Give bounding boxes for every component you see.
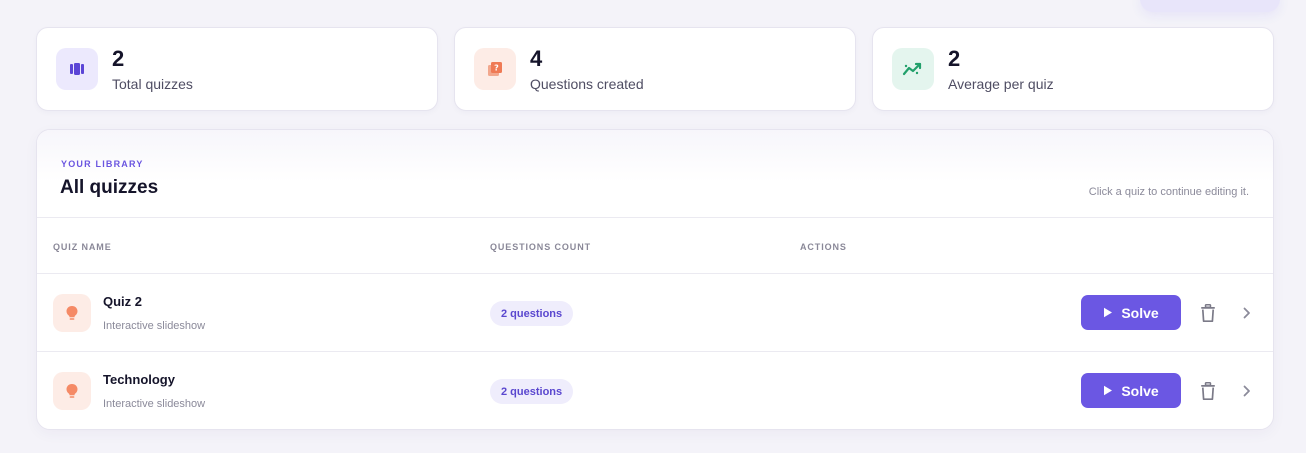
- stat-value: 4: [530, 45, 543, 71]
- stat-card-average-per-quiz: 2 Average per quiz: [872, 27, 1274, 111]
- quiz-library-panel: YOUR LIBRARY All quizzes Click a quiz to…: [36, 129, 1274, 430]
- questions-count-badge: 2 questions: [490, 301, 574, 326]
- top-button-edge: [1140, 0, 1280, 12]
- lightbulb-icon: [53, 372, 91, 410]
- questions-count-badge: 2 questions: [490, 379, 574, 404]
- chevron-right-icon[interactable]: [1238, 381, 1256, 401]
- column-header-actions: ACTIONS: [800, 242, 847, 252]
- quiz-name[interactable]: Quiz 2: [103, 294, 142, 309]
- trend-icon: [892, 48, 934, 90]
- quiz-subtitle: Interactive slideshow: [103, 320, 206, 332]
- library-hint: Click a quiz to continue editing it.: [1088, 186, 1249, 198]
- stat-value: 2: [112, 45, 125, 71]
- quiz-name[interactable]: Technology: [103, 372, 175, 387]
- svg-text:?: ?: [494, 64, 499, 73]
- solve-button[interactable]: Solve: [1081, 295, 1181, 330]
- solve-button-label: Solve: [1121, 382, 1159, 399]
- table-row[interactable]: Technology Interactive slideshow 2 quest…: [37, 352, 1273, 429]
- library-eyebrow: YOUR LIBRARY: [61, 159, 144, 169]
- trash-icon[interactable]: [1197, 379, 1219, 403]
- trash-icon[interactable]: [1197, 301, 1219, 325]
- library-title: All quizzes: [60, 177, 159, 198]
- solve-button-label: Solve: [1121, 304, 1159, 321]
- play-icon: [1104, 385, 1113, 396]
- table-header: QUIZ NAME QUESTIONS COUNT ACTIONS: [37, 218, 1273, 274]
- library-header: YOUR LIBRARY All quizzes Click a quiz to…: [37, 130, 1273, 218]
- chevron-right-icon[interactable]: [1238, 303, 1256, 323]
- column-header-questions-count: QUESTIONS COUNT: [490, 242, 592, 252]
- stat-value: 2: [948, 45, 961, 71]
- question-book-icon: ?: [474, 48, 516, 90]
- lightbulb-icon: [53, 294, 91, 332]
- layers-icon: [56, 48, 98, 90]
- table-row[interactable]: Quiz 2 Interactive slideshow 2 questions…: [37, 274, 1273, 352]
- stat-card-questions-created: ? 4 Questions created: [454, 27, 856, 111]
- stat-label: Total quizzes: [112, 75, 193, 92]
- play-icon: [1104, 307, 1113, 318]
- stat-label: Average per quiz: [948, 75, 1054, 92]
- stats-row: 2 Total quizzes ? 4 Questions created 2 …: [36, 27, 1274, 111]
- stat-card-total-quizzes: 2 Total quizzes: [36, 27, 438, 111]
- solve-button[interactable]: Solve: [1081, 373, 1181, 408]
- column-header-quiz-name: QUIZ NAME: [53, 242, 112, 252]
- quiz-subtitle: Interactive slideshow: [103, 398, 206, 410]
- stat-label: Questions created: [530, 75, 644, 92]
